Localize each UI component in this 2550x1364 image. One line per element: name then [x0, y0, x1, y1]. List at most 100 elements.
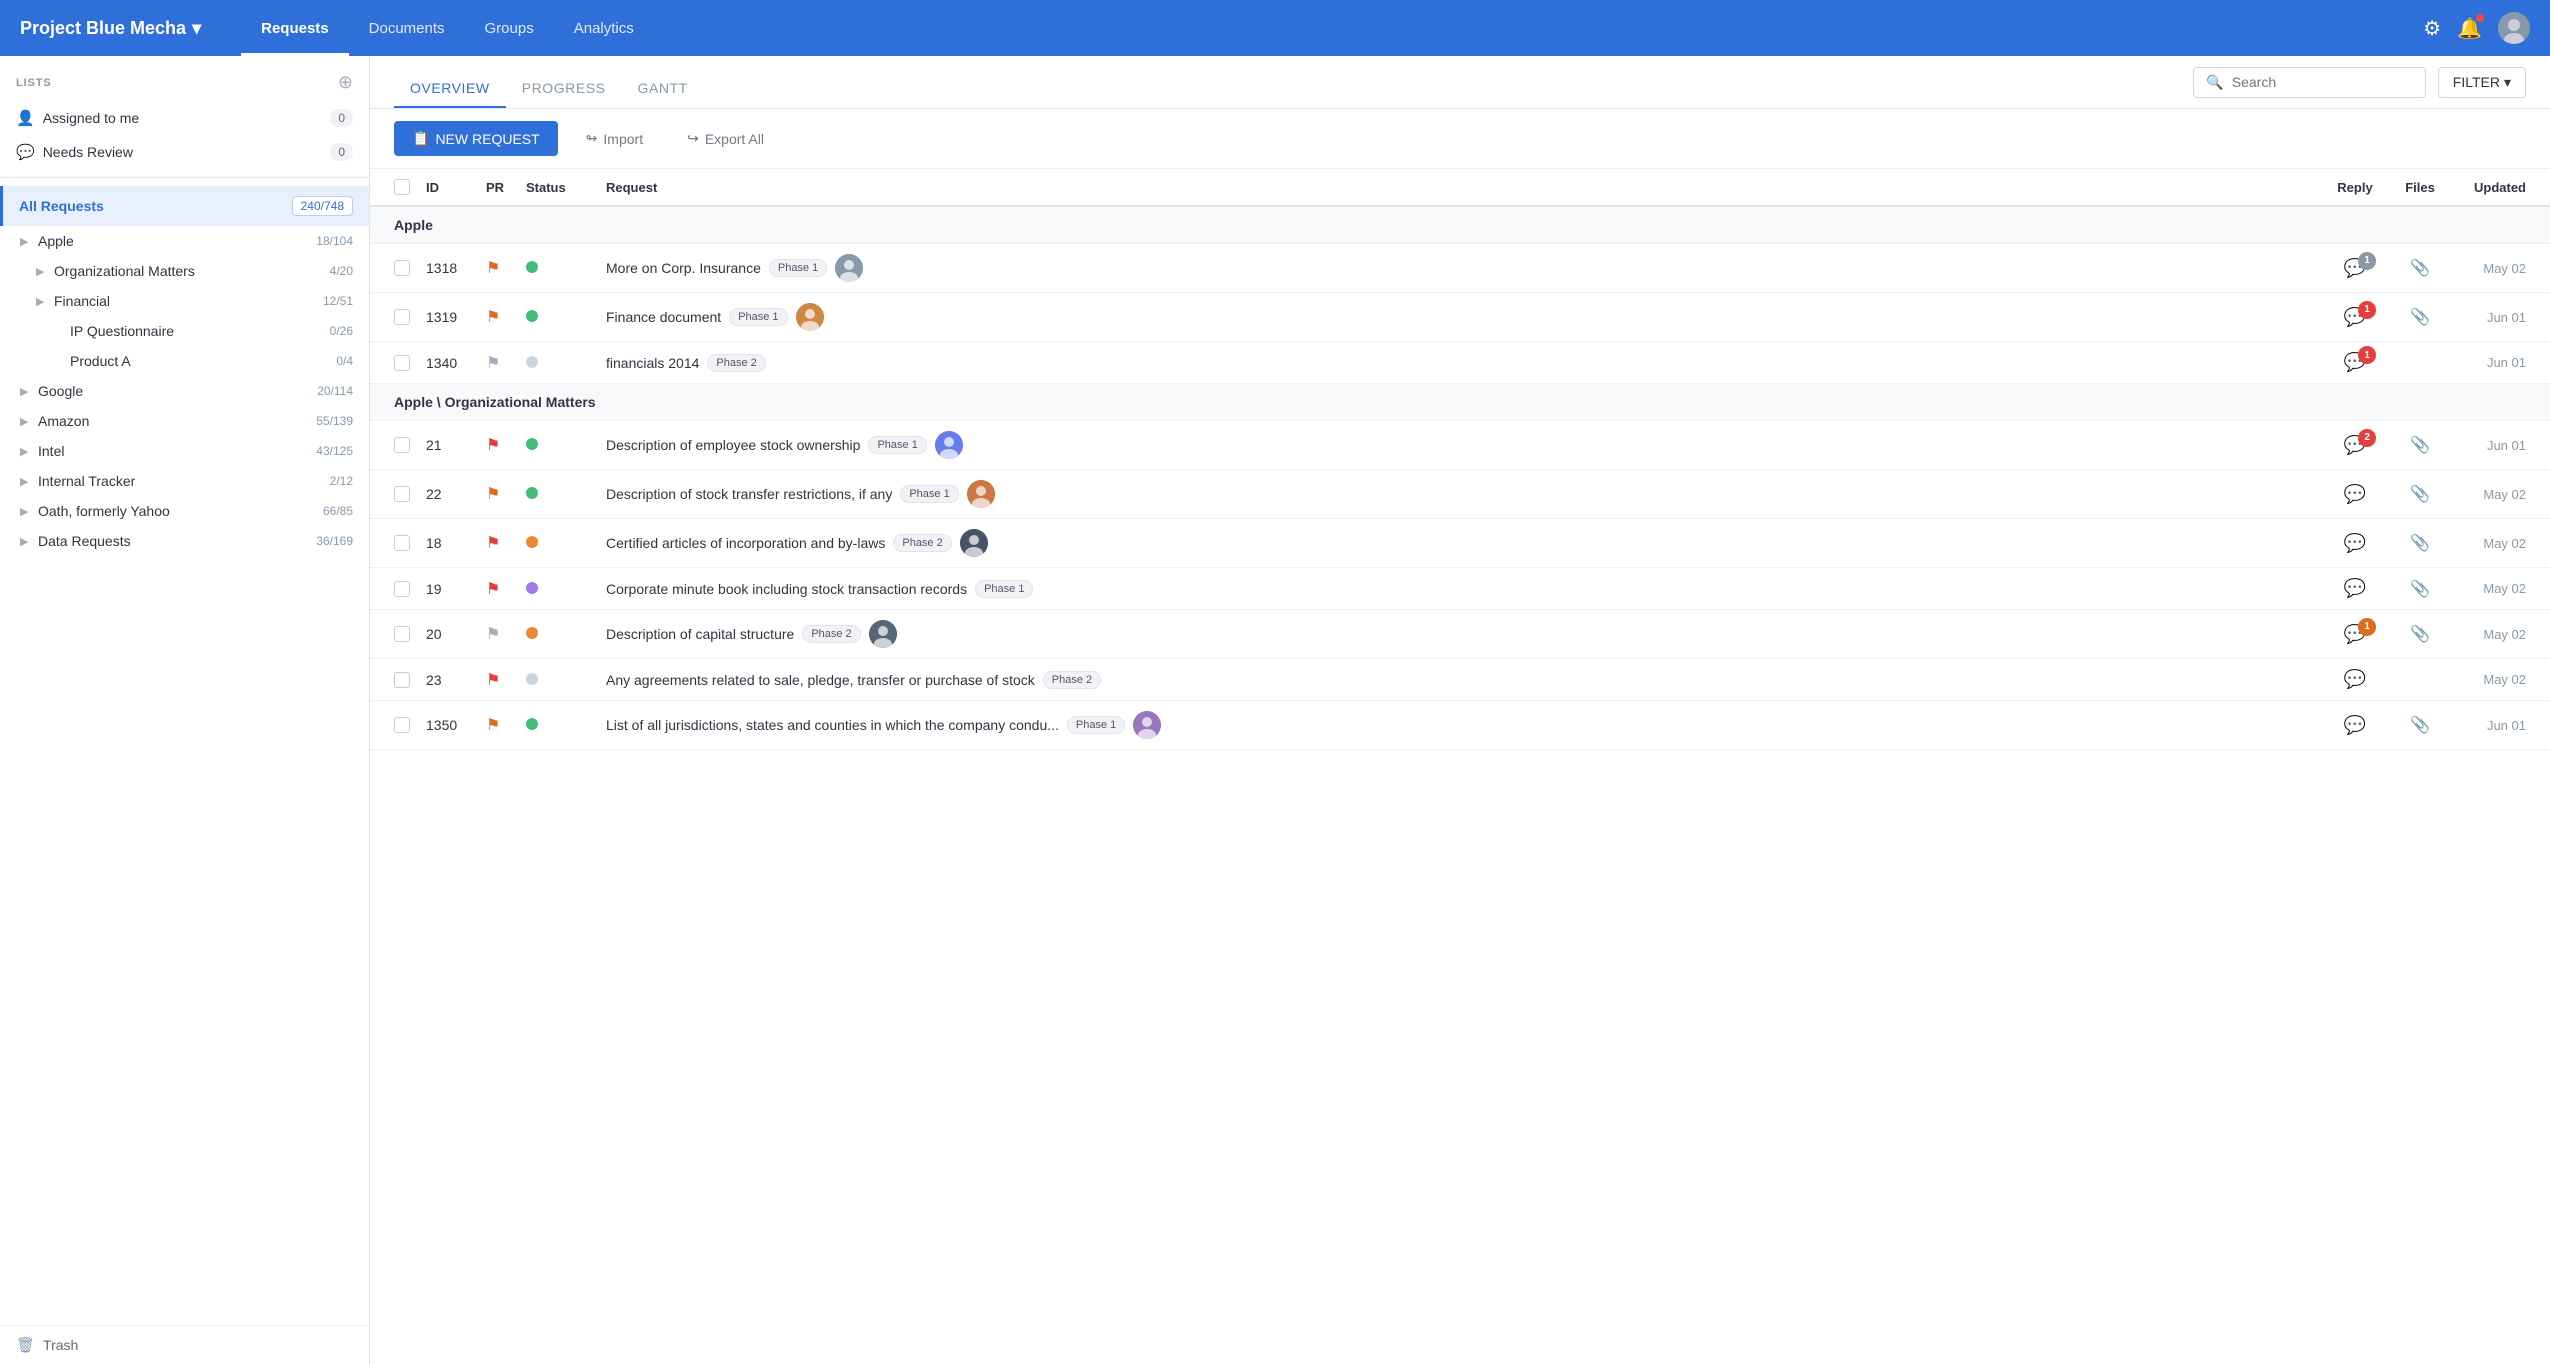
row-pr: ⚑: [478, 342, 518, 384]
table-row: 19 ⚑ Corporate minute book including sto…: [370, 568, 2550, 610]
row-check: [370, 342, 418, 384]
phase-badge: Phase 2: [1043, 671, 1101, 689]
request-text: Description of stock transfer restrictio…: [606, 486, 892, 502]
row-checkbox[interactable]: [394, 535, 410, 551]
row-checkbox[interactable]: [394, 355, 410, 371]
nav-requests[interactable]: Requests: [241, 0, 349, 56]
flag-red-icon: ⚑: [486, 535, 500, 552]
row-checkbox[interactable]: [394, 626, 410, 642]
flag-red-icon: ⚑: [486, 581, 500, 598]
group-name-prefix: Apple \: [394, 394, 441, 410]
row-updated: Jun 01: [2450, 421, 2550, 470]
sidebar-item-product-a[interactable]: Product A 0/4: [0, 346, 369, 376]
sidebar-item-financial[interactable]: ▶ Financial 12/51: [0, 286, 369, 316]
row-request[interactable]: Any agreements related to sale, pledge, …: [598, 659, 2320, 701]
sidebar-item-needs-review[interactable]: 💬 Needs Review 0: [0, 135, 369, 169]
nav-analytics[interactable]: Analytics: [554, 0, 654, 56]
sidebar-item-internal-tracker[interactable]: ▶ Internal Tracker 2/12: [0, 466, 369, 496]
phase-badge: Phase 1: [769, 259, 827, 277]
sidebar-item-amazon[interactable]: ▶ Amazon 55/139: [0, 406, 369, 436]
sidebar-item-apple[interactable]: ▶ Apple 18/104: [0, 226, 369, 256]
header-status: Status: [518, 169, 598, 206]
request-text: List of all jurisdictions, states and co…: [606, 717, 1059, 733]
data-requests-count: 36/169: [316, 534, 353, 548]
export-button[interactable]: ↪ Export All: [671, 121, 780, 156]
intel-count: 43/125: [316, 444, 353, 458]
attachment-icon: 📎: [2410, 437, 2430, 454]
sidebar-item-google[interactable]: ▶ Google 20/114: [0, 376, 369, 406]
row-status: [518, 470, 598, 519]
tab-gantt[interactable]: GANTT: [622, 80, 704, 108]
export-icon: ↪: [687, 130, 699, 147]
add-list-icon[interactable]: ⊕: [338, 72, 353, 93]
nav-documents[interactable]: Documents: [349, 0, 465, 56]
phase-badge: Phase 1: [1067, 716, 1125, 734]
row-checkbox[interactable]: [394, 260, 410, 276]
chevron-amazon: ▶: [20, 415, 34, 428]
table-container: ID PR Status Request Reply Files Updated…: [370, 169, 2550, 1364]
phase-badge: Phase 1: [729, 308, 787, 326]
tab-overview[interactable]: OVERVIEW: [394, 80, 506, 108]
sidebar-item-ip-questionnaire[interactable]: IP Questionnaire 0/26: [0, 316, 369, 346]
row-status: [518, 342, 598, 384]
lists-label: LISTS: [16, 77, 52, 89]
nav-groups[interactable]: Groups: [465, 0, 554, 56]
sidebar-item-trash[interactable]: 🗑 Trash: [0, 1325, 369, 1364]
row-files: 📎: [2390, 421, 2450, 470]
header-request: Request: [598, 169, 2320, 206]
filter-button[interactable]: FILTER ▾: [2438, 67, 2526, 98]
row-checkbox[interactable]: [394, 309, 410, 325]
user-avatar[interactable]: [2498, 12, 2530, 44]
row-request[interactable]: Finance document Phase 1: [598, 293, 2320, 342]
group-row: Apple: [370, 206, 2550, 244]
header-reply: Reply: [2320, 169, 2390, 206]
row-checkbox[interactable]: [394, 437, 410, 453]
all-requests-label: All Requests: [19, 198, 292, 214]
nav-links: Requests Documents Groups Analytics: [241, 0, 654, 56]
sidebar-item-assigned[interactable]: 👤 Assigned to me 0: [0, 101, 369, 135]
row-files: 📎: [2390, 519, 2450, 568]
brand-chevron: ▾: [192, 18, 201, 39]
row-checkbox[interactable]: [394, 581, 410, 597]
sidebar-item-intel[interactable]: ▶ Intel 43/125: [0, 436, 369, 466]
brand[interactable]: Project Blue Mecha ▾: [20, 18, 201, 39]
row-updated: May 02: [2450, 244, 2550, 293]
product-a-count: 0/4: [336, 354, 353, 368]
reply-empty-icon: 💬: [2344, 484, 2366, 504]
row-request[interactable]: Description of employee stock ownership …: [598, 421, 2320, 470]
status-dot: [526, 536, 538, 548]
table-row: 20 ⚑ Description of capital structure Ph…: [370, 610, 2550, 659]
sidebar-item-all-requests[interactable]: All Requests 240/748: [0, 186, 369, 226]
row-id: 23: [418, 659, 478, 701]
row-id: 1350: [418, 701, 478, 750]
chevron-data: ▶: [20, 535, 34, 548]
row-request[interactable]: financials 2014 Phase 2: [598, 342, 2320, 384]
row-checkbox[interactable]: [394, 672, 410, 688]
sidebar-item-org-matters[interactable]: ▶ Organizational Matters 4/20: [0, 256, 369, 286]
row-request[interactable]: List of all jurisdictions, states and co…: [598, 701, 2320, 750]
tab-progress[interactable]: PROGRESS: [506, 80, 622, 108]
row-checkbox[interactable]: [394, 717, 410, 733]
import-button[interactable]: ↬ Import: [570, 121, 659, 156]
row-checkbox[interactable]: [394, 486, 410, 502]
sidebar-item-oath[interactable]: ▶ Oath, formerly Yahoo 66/85: [0, 496, 369, 526]
row-request[interactable]: Corporate minute book including stock tr…: [598, 568, 2320, 610]
row-request[interactable]: Certified articles of incorporation and …: [598, 519, 2320, 568]
row-status: [518, 293, 598, 342]
select-all-checkbox[interactable]: [394, 179, 410, 195]
settings-icon[interactable]: ⚙: [2423, 16, 2441, 41]
sidebar-item-data-requests[interactable]: ▶ Data Requests 36/169: [0, 526, 369, 556]
request-text: financials 2014: [606, 355, 699, 371]
flag-red-icon: ⚑: [486, 672, 500, 689]
row-request[interactable]: Description of stock transfer restrictio…: [598, 470, 2320, 519]
row-id: 18: [418, 519, 478, 568]
notifications-icon[interactable]: 🔔: [2457, 16, 2482, 41]
flag-red-icon: ⚑: [486, 437, 500, 454]
row-request[interactable]: More on Corp. Insurance Phase 1: [598, 244, 2320, 293]
row-request[interactable]: Description of capital structure Phase 2: [598, 610, 2320, 659]
assigned-label: Assigned to me: [43, 110, 323, 126]
new-request-button[interactable]: 📋 NEW REQUEST: [394, 121, 558, 156]
row-pr: ⚑: [478, 293, 518, 342]
search-input[interactable]: [2232, 74, 2413, 90]
attachment-icon: 📎: [2410, 260, 2430, 277]
